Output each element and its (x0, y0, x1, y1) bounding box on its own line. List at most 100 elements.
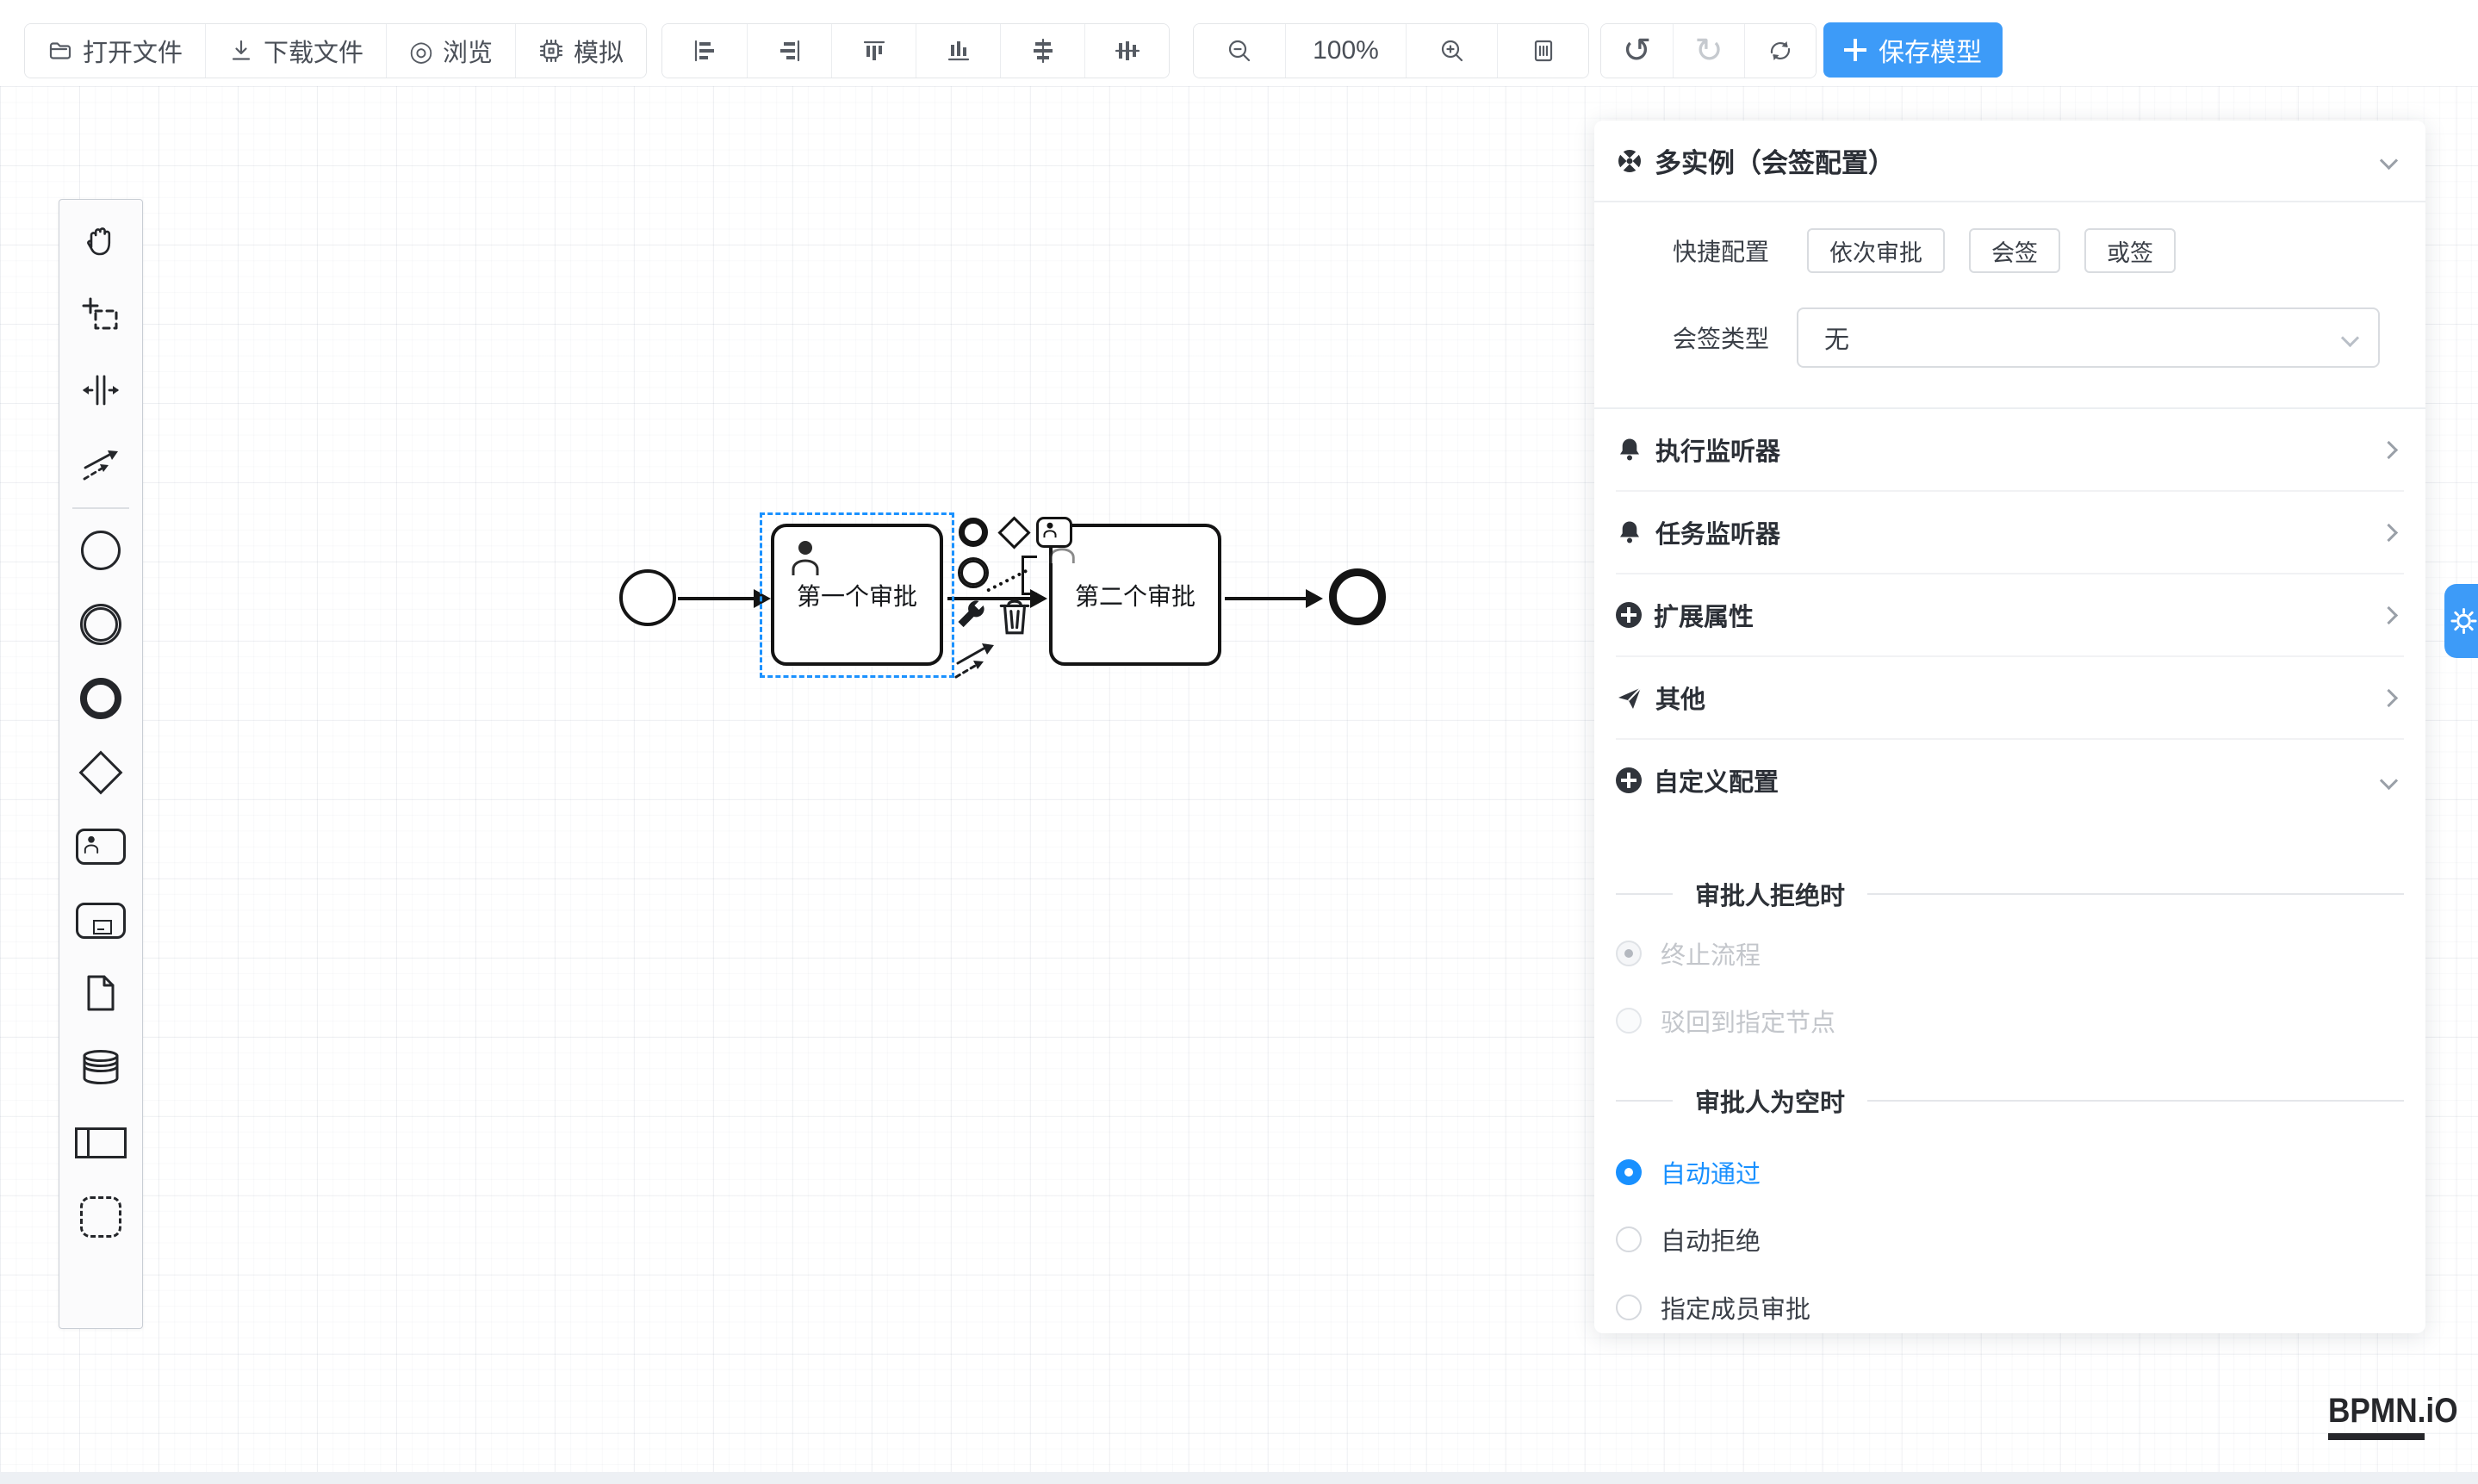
align-bottom-button[interactable] (916, 24, 1000, 78)
bottom-strip (0, 1472, 2478, 1484)
subsection-reject-title: 审批人拒绝时 (1616, 881, 2404, 907)
quick-option-sequential[interactable]: 依次审批 (1807, 228, 1945, 273)
align-top-button[interactable] (831, 24, 916, 78)
properties-panel: 多实例（会签配置） 快捷配置 依次审批 会签 或签 会签类型 无 执行监听器 (1594, 121, 2425, 1333)
align-top-icon (861, 38, 887, 64)
create-data-object[interactable] (59, 958, 142, 1032)
append-text-annotation-button[interactable] (1022, 556, 1037, 595)
create-group[interactable] (59, 1180, 142, 1254)
zoom-level-display[interactable]: 100% (1285, 24, 1406, 78)
start-event-shape[interactable] (619, 569, 676, 626)
space-tool-icon (80, 369, 121, 415)
refresh-icon (1766, 36, 1795, 65)
radio-disabled-icon (1616, 1008, 1642, 1034)
chevron-down-icon (2341, 328, 2359, 346)
radio-return-to-node: 驳回到指定节点 (1616, 1007, 2404, 1034)
simulate-label: 模拟 (574, 33, 624, 69)
space-tool[interactable] (59, 355, 142, 429)
section-label: 任务监听器 (1655, 514, 1780, 550)
append-intermediate-event-button[interactable] (958, 557, 989, 588)
section-label: 其他 (1655, 680, 1705, 716)
end-event-shape[interactable] (1329, 568, 1386, 625)
sequence-flow-3[interactable] (1225, 597, 1307, 600)
section-task-listener[interactable]: 任务监听器 (1616, 492, 2404, 573)
lasso-tool[interactable] (59, 281, 142, 355)
file-tools-group: 打开文件 下载文件 ◎ 浏览 模拟 (24, 23, 647, 78)
create-participant[interactable] (59, 1106, 142, 1180)
align-right-button[interactable] (747, 24, 831, 78)
radio-auto-reject[interactable]: 自动拒绝 (1616, 1226, 2404, 1253)
open-file-button[interactable]: 打开文件 (25, 24, 205, 78)
append-task-button[interactable] (1036, 517, 1072, 548)
delete-button[interactable] (997, 598, 1032, 636)
browse-button[interactable]: ◎ 浏览 (386, 24, 515, 78)
section-extended-properties[interactable]: 扩展属性 (1616, 574, 2404, 655)
plus-circle-icon (1616, 602, 1642, 628)
subsection-title: 审批人为空时 (1695, 1083, 1845, 1119)
section-other[interactable]: 其他 (1616, 657, 2404, 738)
align-center-horizontal-button[interactable] (1000, 24, 1084, 78)
sign-type-select[interactable]: 无 (1797, 307, 2380, 368)
zoom-out-button[interactable] (1194, 24, 1285, 78)
plus-icon (1844, 39, 1866, 61)
chevron-down-icon (2380, 771, 2398, 789)
chevron-right-icon (2380, 440, 2398, 458)
bpmn-editor: 打开文件 下载文件 ◎ 浏览 模拟 (0, 0, 2478, 1484)
section-custom-config[interactable]: 自定义配置 (1616, 740, 2404, 821)
lasso-icon (80, 295, 121, 341)
create-subprocess[interactable] (59, 884, 142, 958)
create-data-store[interactable] (59, 1032, 142, 1106)
undo-button[interactable]: ↺ (1601, 24, 1673, 78)
section-label: 执行监听器 (1655, 432, 1780, 468)
section-execution-listener[interactable]: 执行监听器 (1616, 409, 2404, 490)
create-gateway[interactable] (59, 736, 142, 810)
radio-unchecked-icon (1616, 1295, 1642, 1320)
radio-unchecked-icon (1616, 1226, 1642, 1252)
change-type-button[interactable] (954, 598, 987, 630)
user-task-icon (76, 829, 126, 865)
folder-open-icon (47, 38, 73, 64)
create-end-event[interactable] (59, 661, 142, 736)
create-intermediate-event[interactable] (59, 587, 142, 661)
align-right-icon (777, 38, 803, 64)
subsection-empty-title: 审批人为空时 (1616, 1088, 2404, 1114)
logo-text: BPMN.iO (2328, 1392, 2458, 1431)
quick-option-orsign[interactable]: 或签 (2084, 228, 2176, 273)
fit-viewport-button[interactable] (1497, 24, 1588, 78)
radio-disabled-checked-icon (1616, 941, 1642, 966)
zoom-in-button[interactable] (1406, 24, 1497, 78)
sequence-flow-1[interactable] (678, 597, 755, 600)
global-connect-tool[interactable] (59, 429, 142, 503)
bpmn-io-logo[interactable]: BPMN.iO (2328, 1392, 2475, 1440)
open-file-label: 打开文件 (83, 33, 183, 69)
logo-underline (2328, 1433, 2425, 1440)
radio-assign-member[interactable]: 指定成员审批 (1616, 1294, 2404, 1321)
radio-auto-pass[interactable]: 自动通过 (1616, 1158, 2404, 1186)
align-left-icon (692, 38, 717, 64)
hand-tool[interactable] (59, 207, 142, 281)
settings-toggle-tab[interactable] (2444, 584, 2478, 658)
hand-icon (80, 221, 121, 267)
create-start-event[interactable] (59, 513, 142, 587)
sign-type-label: 会签类型 (1673, 320, 1773, 355)
subsection-title: 审批人拒绝时 (1695, 876, 1845, 912)
append-end-event-button[interactable] (959, 518, 988, 547)
align-bottom-icon (946, 38, 972, 64)
simulate-button[interactable]: 模拟 (515, 24, 646, 78)
redo-button[interactable]: ↻ (1673, 24, 1744, 78)
quick-config-label: 快捷配置 (1673, 233, 1773, 268)
refresh-button[interactable] (1744, 24, 1816, 78)
align-center-vertical-button[interactable] (1084, 24, 1169, 78)
download-file-button[interactable]: 下载文件 (205, 24, 386, 78)
connect-tool-button[interactable] (953, 637, 1001, 680)
panel-header-multi-instance[interactable]: 多实例（会签配置） (1616, 121, 2404, 201)
preview-eye-icon: ◎ (409, 37, 433, 65)
align-left-button[interactable] (662, 24, 747, 78)
create-user-task[interactable] (59, 810, 142, 884)
section-label: 扩展属性 (1654, 597, 1754, 633)
user-icon (1042, 521, 1058, 538)
save-model-button[interactable]: 保存模型 (1823, 22, 2003, 78)
quick-option-countersign[interactable]: 会签 (1969, 228, 2060, 273)
bell-icon (1616, 519, 1643, 545)
task-second-approval-label: 第二个审批 (1075, 578, 1196, 612)
